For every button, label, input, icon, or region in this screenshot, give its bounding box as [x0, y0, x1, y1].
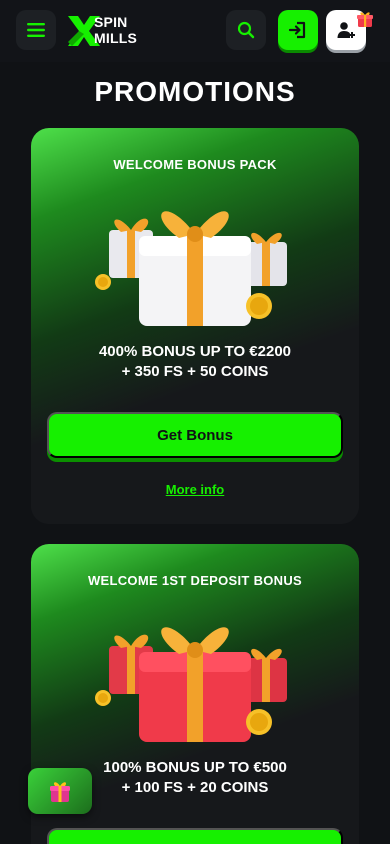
logo-line-1: SPIN [94, 14, 128, 30]
gift-icon [50, 782, 70, 802]
promo-desc-line-2: + 350 FS + 50 COINS [121, 363, 269, 380]
more-info-link[interactable]: More info [31, 482, 359, 497]
top-bar: SPIN MILLS [0, 0, 390, 62]
promo-title: WELCOME 1ST DEPOSIT BONUS [87, 573, 303, 588]
get-bonus-button[interactable] [47, 828, 343, 844]
search-icon [237, 21, 255, 39]
search-button[interactable] [226, 10, 266, 50]
gift-badge-icon [357, 12, 373, 27]
gift-boxes-icon [95, 211, 287, 326]
user-plus-icon [337, 22, 355, 38]
promo-title: WELCOME BONUS PACK [113, 157, 277, 172]
promo-card-welcome-pack: WELCOME BONUS PACK 400% BONUS UP TO €220… [31, 128, 359, 524]
login-icon [288, 21, 306, 39]
gift-boxes-icon [95, 627, 287, 742]
get-bonus-button[interactable]: Get Bonus [47, 412, 343, 458]
login-button[interactable] [278, 10, 318, 50]
promo-description: 400% BONUS UP TO €2200 + 350 FS + 50 COI… [31, 342, 359, 382]
logo-line-2: MILLS [94, 30, 137, 46]
menu-button[interactable] [16, 10, 56, 50]
hamburger-icon [27, 23, 45, 37]
logo-text[interactable]: SPIN MILLS [94, 14, 137, 46]
promo-desc-line-1: 400% BONUS UP TO €2200 [98, 343, 292, 360]
floating-gift-button[interactable] [28, 768, 92, 814]
page-title: PROMOTIONS [94, 76, 296, 107]
